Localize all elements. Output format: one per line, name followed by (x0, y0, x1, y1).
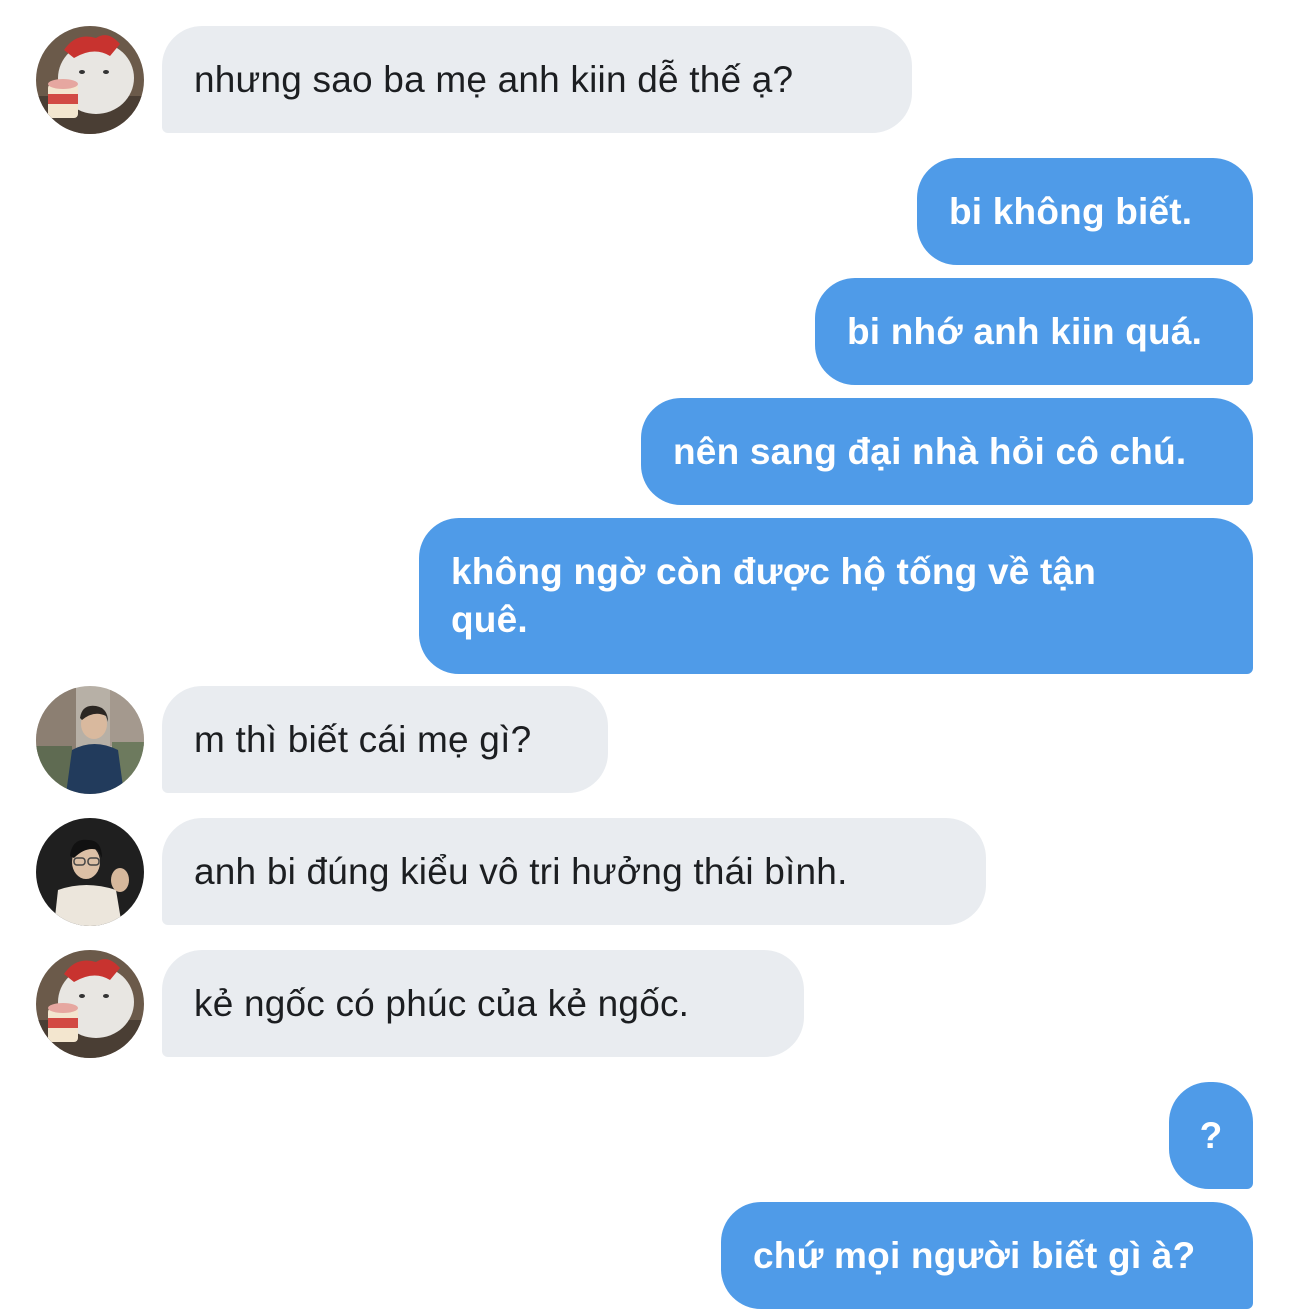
incoming-message[interactable]: anh bi đúng kiểu vô tri hưởng thái bình. (162, 818, 986, 925)
street-photo-avatar[interactable] (36, 686, 144, 794)
incoming-message[interactable]: nhưng sao ba mẹ anh kiin dễ thế ạ? (162, 26, 912, 133)
message-text: không ngờ còn được hộ tống về tận quê. (451, 551, 1097, 640)
outgoing-message[interactable]: chứ mọi người biết gì à? (721, 1202, 1253, 1309)
message-text: nên sang đại nhà hỏi cô chú. (673, 431, 1187, 472)
portrait-photo-avatar[interactable] (36, 818, 144, 926)
message-text: bi không biết. (949, 191, 1193, 232)
bear-avatar-image (36, 950, 144, 1058)
bear-avatar-image (36, 26, 144, 134)
outgoing-message[interactable]: ? (1169, 1082, 1253, 1189)
message-text: anh bi đúng kiểu vô tri hưởng thái bình. (194, 851, 848, 892)
message-text: nhưng sao ba mẹ anh kiin dễ thế ạ? (194, 59, 794, 100)
outgoing-message[interactable]: nên sang đại nhà hỏi cô chú. (641, 398, 1253, 505)
bear-avatar[interactable] (36, 950, 144, 1058)
portrait-photo-avatar-image (36, 818, 144, 926)
outgoing-message[interactable]: bi không biết. (917, 158, 1253, 265)
message-text: m thì biết cái mẹ gì? (194, 719, 532, 760)
incoming-message[interactable]: m thì biết cái mẹ gì? (162, 686, 608, 793)
message-text: chứ mọi người biết gì à? (753, 1235, 1196, 1276)
incoming-message[interactable]: kẻ ngốc có phúc của kẻ ngốc. (162, 950, 804, 1057)
street-photo-avatar-image (36, 686, 144, 794)
message-text: bi nhớ anh kiin quá. (847, 311, 1203, 352)
message-text: kẻ ngốc có phúc của kẻ ngốc. (194, 983, 690, 1024)
outgoing-message[interactable]: bi nhớ anh kiin quá. (815, 278, 1253, 385)
message-text: ? (1199, 1115, 1223, 1156)
bear-avatar[interactable] (36, 26, 144, 134)
outgoing-message[interactable]: không ngờ còn được hộ tống về tận quê. (419, 518, 1253, 674)
